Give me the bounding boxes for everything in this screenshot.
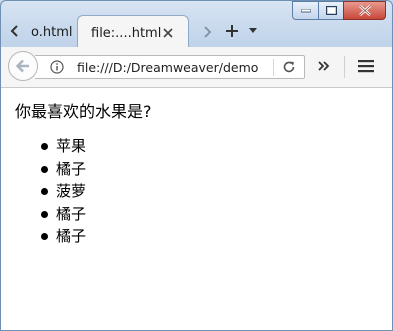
tab-label: o.html (31, 25, 73, 40)
back-button[interactable] (8, 51, 38, 81)
divider (344, 56, 345, 78)
chevron-down-icon[interactable] (248, 27, 258, 35)
url-text[interactable]: file:///D:/Dreamweaver/demo (77, 60, 272, 75)
info-icon[interactable] (50, 60, 64, 74)
tab-label: file:....html (91, 26, 162, 41)
tab-inactive[interactable]: o.html (23, 20, 78, 46)
url-bar[interactable]: file:///D:/Dreamweaver/demo (35, 55, 305, 79)
tab-close-icon[interactable] (162, 27, 174, 39)
fruit-list: 苹果 橘子 菠萝 橘子 橘子 (1, 135, 86, 248)
reload-icon[interactable] (282, 60, 296, 74)
navigation-toolbar: file:///D:/Dreamweaver/demo (1, 47, 392, 88)
chevron-left-icon[interactable] (7, 23, 23, 39)
overflow-icon[interactable] (317, 60, 331, 72)
list-item: 橘子 (40, 158, 86, 181)
question-text: 你最喜欢的水果是? (15, 102, 152, 121)
list-item: 橘子 (40, 203, 86, 226)
plus-icon[interactable] (225, 24, 239, 38)
maximize-icon (325, 6, 337, 15)
back-arrow-icon (15, 59, 29, 73)
list-item: 菠萝 (40, 180, 86, 203)
hamburger-menu-icon[interactable] (357, 59, 375, 73)
tab-bar: o.html file:....html (1, 15, 392, 48)
chevron-right-icon[interactable] (201, 24, 215, 40)
tab-active[interactable]: file:....html (77, 15, 189, 48)
page-content: 你最喜欢的水果是? 苹果 橘子 菠萝 橘子 橘子 (1, 88, 392, 330)
divider (273, 59, 274, 76)
browser-window: o.html file:....html file:///D:/Dreamwea… (0, 0, 393, 331)
minimize-icon (300, 8, 311, 12)
list-item: 苹果 (40, 135, 86, 158)
list-item: 橘子 (40, 225, 86, 248)
